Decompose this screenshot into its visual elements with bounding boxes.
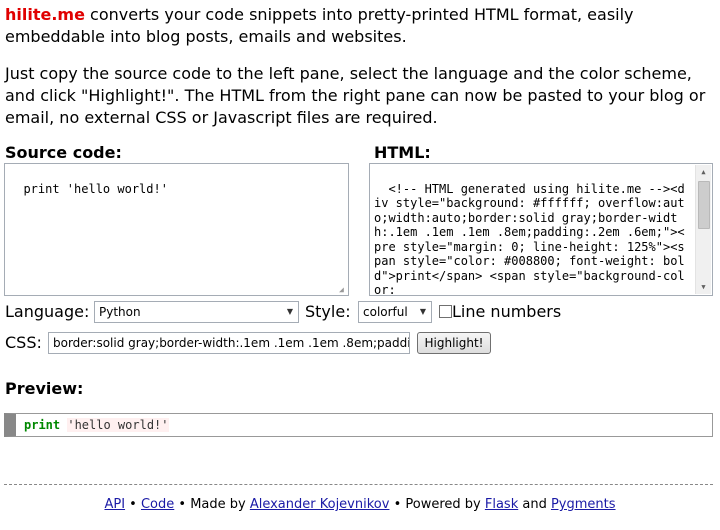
html-output-scrollbar[interactable]: ▲ ▼ bbox=[695, 165, 711, 294]
html-output-textarea[interactable]: <!-- HTML generated using hilite.me --><… bbox=[369, 163, 713, 296]
and-text: and bbox=[518, 497, 551, 512]
brand-name: hilite.me bbox=[5, 5, 85, 24]
css-label: CSS: bbox=[5, 333, 42, 352]
pygments-link[interactable]: Pygments bbox=[551, 497, 616, 512]
language-select[interactable]: Python ▼ bbox=[94, 301, 299, 323]
footer-divider bbox=[4, 484, 713, 485]
chevron-down-icon: ▼ bbox=[419, 307, 426, 316]
style-select[interactable]: colorful ▼ bbox=[358, 301, 432, 323]
preview-keyword: print bbox=[24, 418, 61, 432]
scroll-down-arrow-icon[interactable]: ▼ bbox=[696, 280, 711, 294]
powered-by-text: • Powered by bbox=[389, 497, 485, 512]
footer-separator: • bbox=[125, 497, 141, 512]
highlight-button[interactable]: Highlight! bbox=[417, 332, 491, 354]
source-code-label: Source code: bbox=[5, 143, 122, 162]
preview-label: Preview: bbox=[5, 379, 84, 398]
flask-link[interactable]: Flask bbox=[485, 497, 518, 512]
style-selected-value: colorful bbox=[363, 305, 408, 319]
scrollbar-thumb[interactable] bbox=[698, 181, 710, 229]
intro-text: converts your code snippets into pretty-… bbox=[5, 5, 634, 46]
line-numbers-label[interactable]: Line numbers bbox=[452, 302, 561, 321]
source-code-text: print 'hello world!' bbox=[23, 181, 168, 196]
intro-paragraph: hilite.me converts your code snippets in… bbox=[5, 4, 717, 48]
html-output-text: <!-- HTML generated using hilite.me --><… bbox=[374, 181, 685, 296]
author-link[interactable]: Alexander Kojevnikov bbox=[250, 497, 390, 512]
footer: API • Code • Made by Alexander Kojevniko… bbox=[0, 497, 720, 512]
chevron-down-icon: ▼ bbox=[286, 307, 293, 316]
preview-string: 'hello world!' bbox=[67, 418, 169, 432]
preview-box: print 'hello world!' bbox=[4, 413, 713, 437]
resize-grip-icon[interactable]: ◢ bbox=[339, 286, 347, 294]
source-code-textarea[interactable]: print 'hello world!' ◢ bbox=[4, 163, 349, 296]
css-input[interactable]: border:solid gray;border-width:.1em .1em… bbox=[48, 332, 410, 354]
line-numbers-checkbox[interactable] bbox=[439, 305, 452, 318]
language-label: Language: bbox=[5, 302, 90, 321]
language-selected-value: Python bbox=[99, 305, 141, 319]
api-link[interactable]: API bbox=[104, 497, 125, 512]
scroll-up-arrow-icon[interactable]: ▲ bbox=[696, 165, 711, 179]
made-by-text: • Made by bbox=[174, 497, 250, 512]
style-label: Style: bbox=[305, 302, 351, 321]
html-output-label: HTML: bbox=[374, 143, 431, 162]
instructions-paragraph: Just copy the source code to the left pa… bbox=[5, 64, 706, 127]
code-link[interactable]: Code bbox=[141, 497, 174, 512]
